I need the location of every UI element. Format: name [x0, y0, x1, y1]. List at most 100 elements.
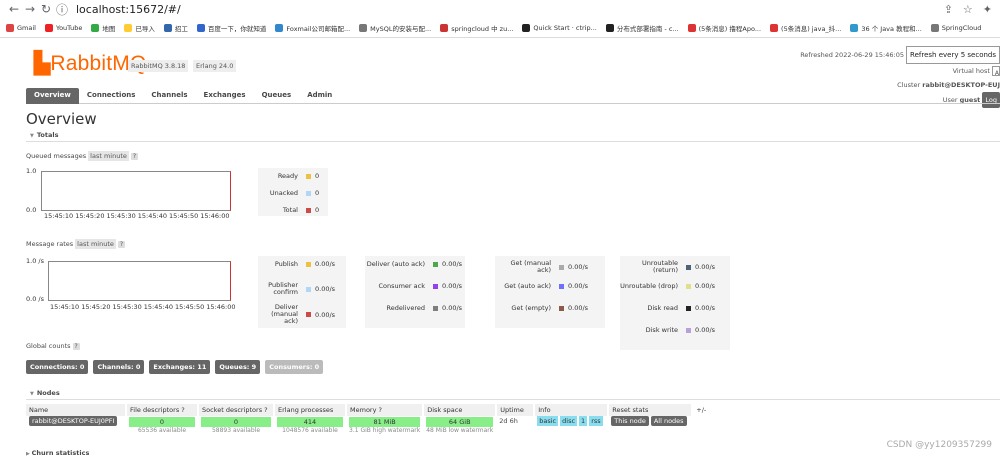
bookmark-item[interactable]: 百度一下，你就知道: [197, 23, 267, 33]
legend-label: Unacked: [258, 190, 298, 197]
legend-swatch: [686, 306, 691, 311]
bookmark-item[interactable]: YouTube: [45, 24, 82, 32]
legend-label: Total: [258, 207, 298, 214]
col-info: Info: [534, 404, 608, 416]
legend-swatch: [306, 208, 311, 213]
info-icon[interactable]: ⓘ: [54, 1, 70, 18]
rates-y-bottom: 0.0 /s: [26, 295, 44, 303]
legend-value: 0: [315, 189, 319, 197]
global-counts-text: Global counts: [26, 342, 71, 350]
queued-help-icon[interactable]: ?: [131, 153, 138, 160]
queued-range-select[interactable]: last minute: [88, 151, 129, 161]
col-disk-space: Disk space: [423, 404, 496, 416]
queued-label-text: Queued messages: [26, 152, 86, 160]
legend-swatch: [559, 265, 564, 270]
bookmark-label: MySQL的安装与配...: [370, 23, 431, 33]
bookmark-label: YouTube: [56, 24, 82, 32]
global-counts-help-icon[interactable]: ?: [73, 343, 80, 350]
tab-admin[interactable]: Admin: [299, 88, 340, 104]
bookmark-item[interactable]: 36 个 Java 教程和...: [850, 23, 921, 33]
bookmark-icon: [850, 24, 858, 32]
columns-toggle[interactable]: +/-: [692, 404, 710, 416]
bookmark-label: Foxmail公司邮箱配...: [286, 23, 350, 33]
global-count-button[interactable]: Queues: 9: [215, 360, 260, 374]
browser-chrome: ← → ↻ ⓘ localhost:15672/#/ ⇪ ☆ ✦ Gmail Yo…: [0, 0, 1000, 38]
forward-icon[interactable]: →: [22, 2, 38, 16]
back-icon[interactable]: ←: [6, 2, 22, 16]
legend-row: Unroutable (drop) 0.00/s: [620, 282, 715, 290]
sd-value: 0: [201, 417, 271, 427]
reload-icon[interactable]: ↻: [38, 2, 54, 16]
legend-label: Unroutable (drop): [620, 283, 678, 290]
legend-value: 0.00/s: [695, 282, 715, 290]
bookmark-item[interactable]: Quick Start · ctrip...: [522, 24, 596, 32]
bookmark-icon: [440, 24, 448, 32]
address-bar[interactable]: localhost:15672/#/: [76, 3, 181, 16]
extensions-icon[interactable]: ✦: [983, 3, 992, 16]
legend-swatch: [559, 306, 564, 311]
legend-label: Get (manual ack): [495, 260, 551, 274]
legend-label: Consumer ack: [365, 283, 425, 290]
tab-queues[interactable]: Queues: [254, 88, 300, 104]
bookmark-item[interactable]: springcloud 中 zu...: [440, 23, 513, 33]
tab-overview[interactable]: Overview: [26, 88, 79, 104]
info-tag: 1: [579, 416, 587, 426]
bookmark-label: Quick Start · ctrip...: [533, 24, 596, 32]
global-counts-label: Global counts ?: [26, 342, 80, 350]
bookmark-icon: [606, 24, 614, 32]
legend-value: 0: [315, 206, 319, 214]
rates-range-select[interactable]: last minute: [75, 239, 116, 249]
legend-label: Deliver (manual ack): [258, 304, 298, 325]
bookmark-item[interactable]: MySQL的安装与配...: [359, 23, 431, 33]
bookmarks-bar: Gmail YouTube 地图已导入 招工 百度一下，你就知道 Foxmail公司邮箱配…: [0, 18, 1000, 38]
legend-row: Get (empty)0.00/s: [495, 304, 588, 312]
tab-channels[interactable]: Channels: [143, 88, 195, 104]
legend-value: 0.00/s: [442, 260, 462, 268]
erl-value: 414: [277, 417, 343, 427]
global-count-button[interactable]: Exchanges: 11: [149, 360, 210, 374]
virtual-host-select[interactable]: A: [992, 66, 1000, 76]
reset-all-nodes-button[interactable]: All nodes: [651, 416, 687, 426]
table-row: rabbit@DESKTOP-EUJ0PFI 065536 available …: [26, 416, 710, 435]
bookmark-item[interactable]: 地图: [91, 23, 115, 33]
sd-sub: 58893 available: [201, 427, 271, 434]
share-icon[interactable]: ⇪: [944, 3, 953, 16]
rabbitmq-header: ▙RabbitMQTM RabbitMQ 3.8.18 Erlang 24.0 …: [0, 38, 1000, 104]
legend-row: Unroutable (return)0.00/s: [620, 260, 715, 274]
legend-label: Get (empty): [495, 305, 551, 312]
nodes-section-header[interactable]: ▼Nodes: [26, 387, 1000, 400]
uptime-value: 2d 6h: [496, 416, 534, 435]
global-count-button: Consumers: 0: [265, 360, 323, 374]
legend-row: Total 0: [258, 206, 319, 214]
global-count-button[interactable]: Channels: 0: [93, 360, 144, 374]
totals-section-header[interactable]: ▼Totals: [26, 129, 1000, 142]
watermark: CSDN @yy1209357299: [887, 440, 992, 450]
legend-value: 0.00/s: [315, 285, 335, 293]
bookmark-item[interactable]: 已导入: [124, 23, 155, 33]
legend-value: 0.00/s: [695, 304, 715, 312]
bookmark-item[interactable]: 招工: [164, 23, 188, 33]
legend-swatch: [559, 284, 564, 289]
mem-sub: 3.1 GiB high watermark: [349, 427, 420, 434]
tab-connections[interactable]: Connections: [79, 88, 144, 104]
global-count-button[interactable]: Connections: 0: [26, 360, 88, 374]
node-name-link[interactable]: rabbit@DESKTOP-EUJ0PFI: [29, 416, 117, 426]
reset-this-node-button[interactable]: This node: [611, 416, 649, 426]
tab-exchanges[interactable]: Exchanges: [196, 88, 254, 104]
bookmark-item[interactable]: (5条消息) 撸程Apo...: [688, 23, 761, 33]
info-tag: rss: [589, 416, 602, 426]
rates-help-icon[interactable]: ?: [118, 241, 125, 248]
bookmark-label: springcloud 中 zu...: [451, 23, 513, 33]
bookmark-item[interactable]: (5条消息) java_抖...: [770, 23, 841, 33]
legend-label: Ready: [258, 173, 298, 180]
bookmark-item[interactable]: Foxmail公司邮箱配...: [275, 23, 350, 33]
bookmark-item[interactable]: SpringCloud: [931, 24, 982, 32]
bookmark-item[interactable]: 分布式部署指南 - c...: [606, 23, 679, 33]
bookmark-label: 百度一下，你就知道: [208, 23, 267, 33]
bookmark-icon: [6, 24, 14, 32]
star-icon[interactable]: ☆: [963, 3, 973, 16]
erlang-badge: Erlang 24.0: [193, 60, 236, 72]
bookmark-item[interactable]: Gmail: [6, 24, 36, 32]
bookmark-label: 招工: [175, 23, 188, 33]
refresh-select[interactable]: Refresh every 5 seconds: [906, 46, 1000, 64]
